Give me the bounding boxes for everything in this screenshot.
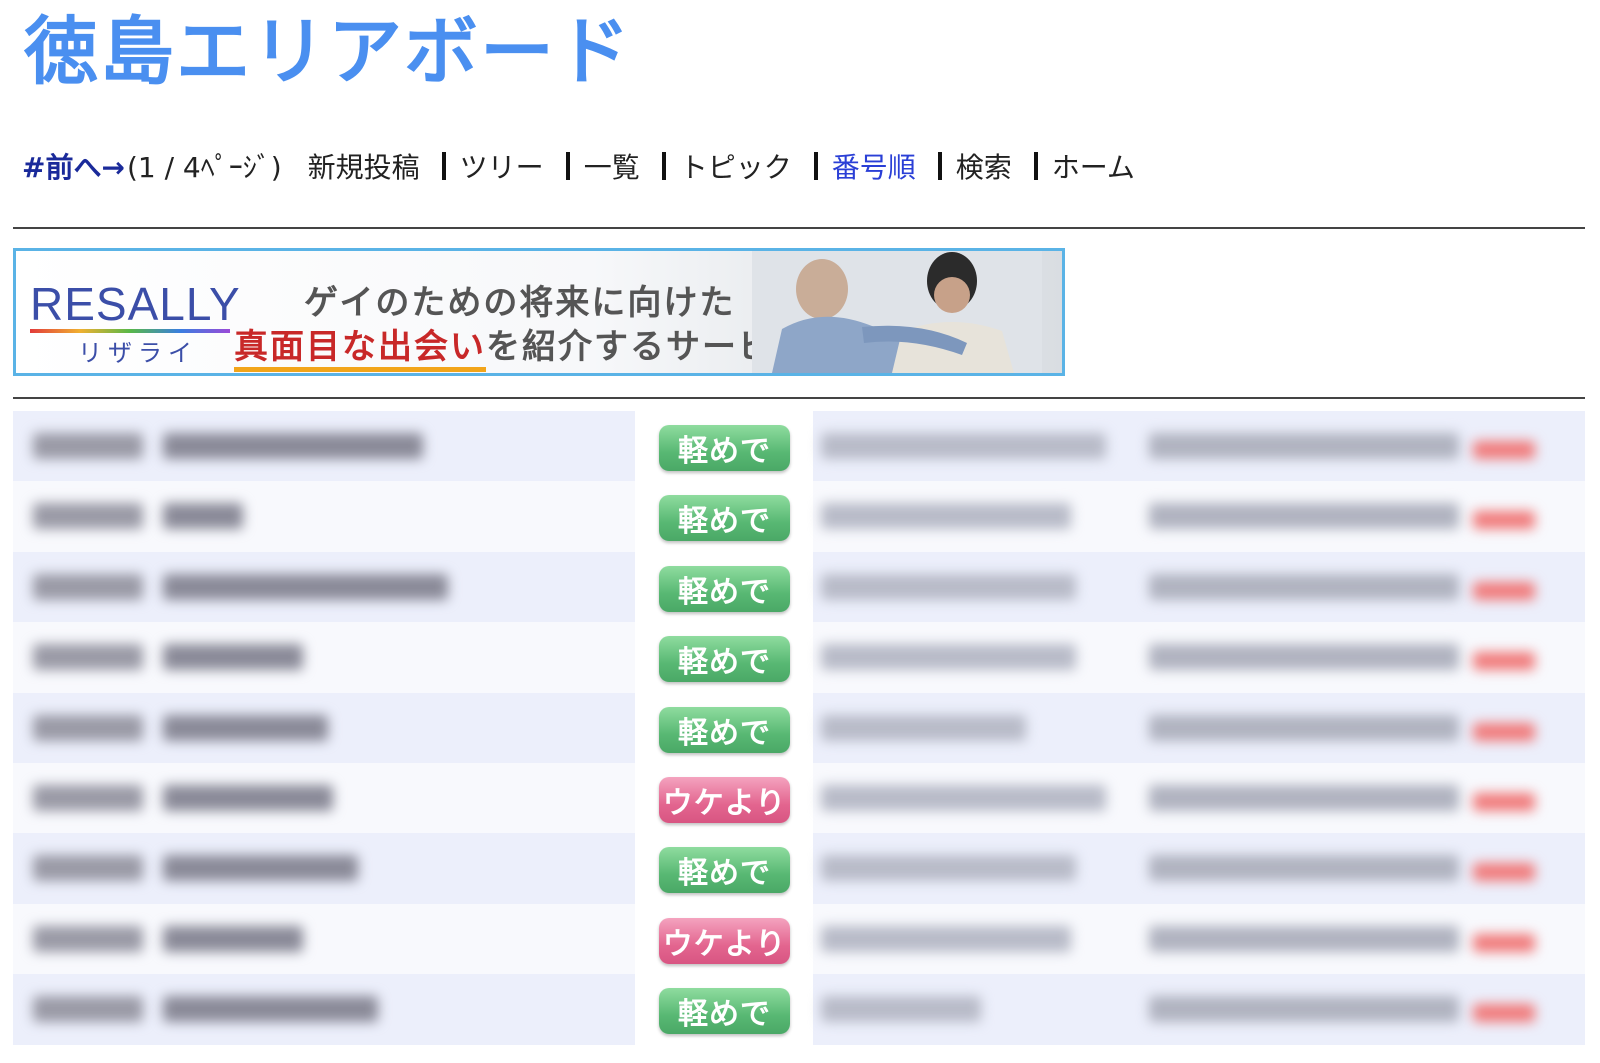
post-row[interactable]: 軽めで: [13, 974, 1585, 1045]
banner-logo: RESALLY: [30, 278, 241, 330]
post-row[interactable]: 軽めで: [13, 551, 1585, 623]
category-badge: 軽めで: [659, 847, 790, 894]
new-indicator: [1473, 863, 1535, 882]
nav-bar: #前へ→ (1 / 4ﾍﾟｰｼﾞ) 新規投稿 ツリー 一覧 トピック 番号順 検…: [22, 146, 1135, 186]
nav-separator: [813, 152, 818, 180]
post-list: 軽めで 軽めで 軽めで 軽めで 軽めで ウケより 軽めで ウケより 軽めで: [13, 411, 1585, 1045]
post-date: [1149, 644, 1459, 671]
category-badge: ウケより: [659, 917, 790, 964]
post-host: [821, 996, 981, 1023]
post-date: [1149, 925, 1459, 952]
post-row[interactable]: 軽めで: [13, 692, 1585, 763]
post-date: [1149, 573, 1459, 600]
nav-topic[interactable]: トピック: [680, 146, 792, 186]
nav-separator: [441, 152, 446, 180]
post-row[interactable]: ウケより: [13, 762, 1585, 834]
banner-headline-1: ゲイのための将来に向けた: [304, 283, 736, 323]
category-badge: 軽めで: [659, 495, 790, 542]
post-title[interactable]: [163, 925, 303, 952]
category-badge: 軽めで: [659, 565, 790, 612]
post-title[interactable]: [163, 855, 358, 882]
post-host: [821, 644, 1076, 671]
page-info: (1 / 4ﾍﾟｰｼﾞ): [126, 151, 282, 184]
post-host: [821, 855, 1076, 882]
nav-number-order[interactable]: 番号順: [832, 146, 916, 186]
new-indicator: [1473, 792, 1535, 811]
nav-new-post[interactable]: 新規投稿: [308, 146, 420, 186]
new-indicator: [1473, 581, 1535, 600]
post-date: [1149, 433, 1459, 459]
post-number: [33, 644, 143, 671]
divider: [13, 227, 1585, 229]
nav-home[interactable]: ホーム: [1052, 146, 1135, 186]
post-title[interactable]: [163, 644, 303, 671]
post-host: [821, 925, 1071, 952]
post-host: [821, 433, 1106, 459]
post-number: [33, 925, 143, 952]
post-title[interactable]: [163, 784, 333, 811]
banner-headline-2: 真面目な出会いを紹介するサービス: [234, 319, 810, 372]
new-indicator: [1473, 652, 1535, 671]
site-title: 徳島エリアボード: [24, 9, 632, 95]
nav-separator: [661, 152, 666, 180]
nav-separator: [937, 152, 942, 180]
banner-highlight: 真面目な出会い: [234, 327, 486, 372]
post-date: [1149, 714, 1459, 741]
post-date: [1149, 503, 1459, 530]
new-indicator: [1473, 933, 1535, 952]
post-date: [1149, 855, 1459, 882]
post-date: [1149, 784, 1459, 811]
post-row[interactable]: ウケより: [13, 903, 1585, 975]
post-number: [33, 855, 143, 882]
category-badge: 軽めで: [659, 988, 790, 1035]
post-host: [821, 714, 1026, 741]
post-date: [1149, 996, 1459, 1023]
new-indicator: [1473, 441, 1535, 459]
post-row[interactable]: 軽めで: [13, 833, 1585, 904]
post-number: [33, 714, 143, 741]
post-row[interactable]: 軽めで: [13, 411, 1585, 482]
nav-separator: [1033, 152, 1038, 180]
post-row[interactable]: 軽めで: [13, 622, 1585, 693]
post-number: [33, 996, 143, 1023]
post-title[interactable]: [163, 433, 423, 459]
post-number: [33, 433, 143, 459]
post-host: [821, 503, 1071, 530]
post-row[interactable]: 軽めで: [13, 481, 1585, 552]
post-host: [821, 573, 1076, 600]
new-indicator: [1473, 722, 1535, 741]
post-number: [33, 503, 143, 530]
nav-separator: [565, 152, 570, 180]
nav-tree[interactable]: ツリー: [460, 146, 544, 186]
banner-logo-sub: リザライ: [78, 339, 198, 367]
nav-list[interactable]: 一覧: [584, 146, 640, 186]
prev-page-link[interactable]: #前へ→: [22, 146, 125, 186]
new-indicator: [1473, 511, 1535, 530]
banner-photo-image: [752, 251, 1042, 373]
post-number: [33, 573, 143, 600]
category-badge: 軽めで: [659, 425, 790, 471]
category-badge: 軽めで: [659, 706, 790, 753]
post-title[interactable]: [163, 714, 328, 741]
category-badge: 軽めで: [659, 636, 790, 683]
ad-banner[interactable]: RESALLY リザライ ゲイのための将来に向けた 真面目な出会いを紹介するサー…: [13, 248, 1065, 376]
post-host: [821, 784, 1106, 811]
category-badge: ウケより: [659, 776, 790, 823]
divider: [13, 397, 1585, 399]
new-indicator: [1473, 1004, 1535, 1023]
post-title[interactable]: [163, 503, 243, 530]
post-title[interactable]: [163, 573, 448, 600]
post-number: [33, 784, 143, 811]
nav-search[interactable]: 検索: [956, 146, 1012, 186]
post-title[interactable]: [163, 996, 378, 1023]
